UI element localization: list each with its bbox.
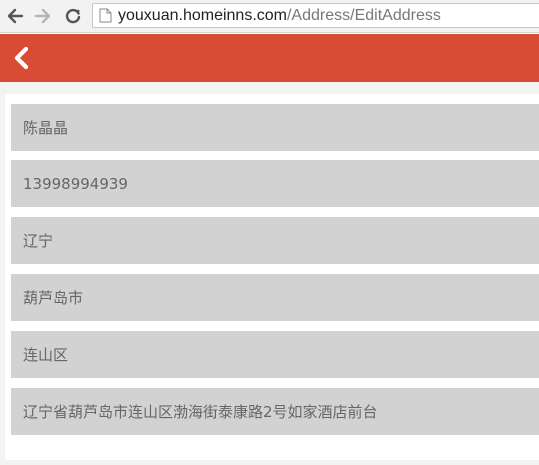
province-field[interactable]: 辽宁 [11,217,539,264]
phone-field[interactable]: 13998994939 [11,160,539,207]
edit-address-form-area: 陈晶晶 13998994939 辽宁 葫芦岛市 连山区 辽宁省葫芦岛市连山区渤海… [0,82,539,465]
reload-icon [65,8,81,24]
back-button[interactable] [8,44,36,72]
browser-toolbar: youxuan.homeinns.com/Address/EditAddress [0,0,539,33]
browser-reload-button[interactable] [62,5,84,27]
url-text: youxuan.homeinns.com/Address/EditAddress [118,7,441,25]
name-field[interactable]: 陈晶晶 [11,104,539,151]
address-field[interactable]: 辽宁省葫芦岛市连山区渤海街泰康路2号如家酒店前台 [11,388,539,435]
url-host: youxuan.homeinns.com [118,6,287,24]
browser-forward-button[interactable] [32,5,54,27]
page-icon [99,8,112,23]
chevron-left-icon [14,46,29,70]
arrow-right-icon [34,8,51,24]
browser-back-button[interactable] [4,5,26,27]
arrow-left-icon [7,8,24,24]
url-path: /Address/EditAddress [286,6,441,24]
district-field[interactable]: 连山区 [11,331,539,378]
address-bar[interactable]: youxuan.homeinns.com/Address/EditAddress [92,3,539,28]
app-header [0,34,539,82]
city-field[interactable]: 葫芦岛市 [11,274,539,321]
edit-address-form: 陈晶晶 13998994939 辽宁 葫芦岛市 连山区 辽宁省葫芦岛市连山区渤海… [5,94,539,460]
